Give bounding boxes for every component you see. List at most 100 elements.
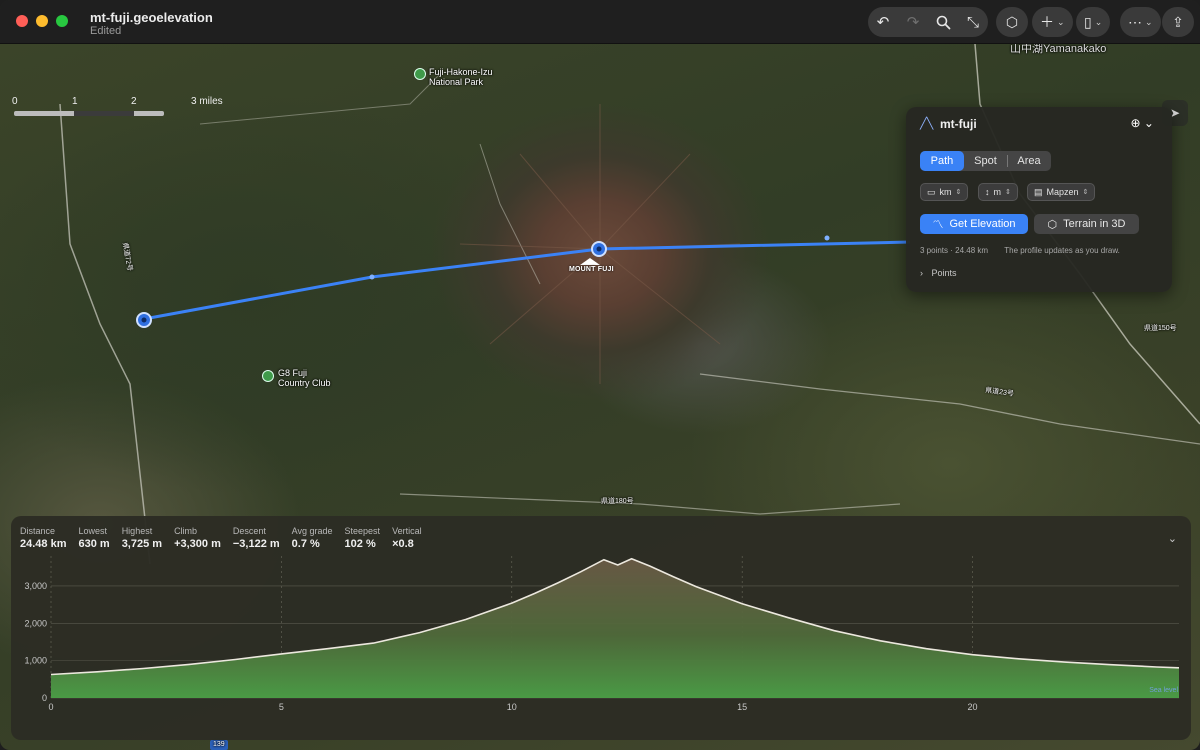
- share-icon: ⇪: [1172, 13, 1184, 30]
- terrain-3d-label: Terrain in 3D: [1063, 218, 1126, 230]
- data-source-value: Mapzen: [1046, 187, 1079, 197]
- scale-label: 1: [72, 96, 78, 107]
- expand-icon: ⤡: [966, 13, 979, 31]
- midpoint-handle[interactable]: [369, 274, 375, 280]
- park-label-line1: Fuji-Hakone-Izu: [429, 67, 493, 77]
- title-bar: mt-fuji.geoelevation Edited ↶ ↷ ⤡ ⬡ ＋ ⌄ ▯…: [0, 0, 1200, 44]
- zoom-window-button[interactable]: [56, 15, 68, 27]
- add-menu-button[interactable]: ＋ ⌄: [1032, 7, 1073, 37]
- path-point-1-dot: [141, 317, 147, 323]
- inspector-panel: ╱╲ mt-fuji ⊕ ⌄ Path Spot Area ▭ km ⇕ ↕ m…: [906, 107, 1172, 292]
- map-style-button[interactable]: ▯ ⌄: [1076, 7, 1111, 37]
- cube-icon: ⬡: [1005, 13, 1019, 30]
- document-status: Edited: [90, 25, 122, 37]
- more-icon: ⋯: [1128, 13, 1142, 30]
- path-point-2-dot: [596, 246, 602, 252]
- mode-segmented-control: Path Spot Area: [920, 151, 1051, 171]
- road: [59, 103, 151, 565]
- y-tick-label: 3,000: [24, 581, 47, 591]
- path-hint: The profile updates as you draw.: [1004, 246, 1120, 255]
- scale-label: 2: [131, 96, 137, 107]
- chevron-updown-icon: ⇕: [1082, 189, 1089, 196]
- x-tick-label: 10: [507, 702, 517, 712]
- x-tick-label: 0: [48, 702, 53, 712]
- scale-label: 0: [12, 96, 18, 107]
- road: [699, 373, 1200, 445]
- x-tick-label: 15: [737, 702, 747, 712]
- get-elevation-button[interactable]: 〽 Get Elevation: [920, 214, 1028, 234]
- close-window-button[interactable]: [16, 15, 28, 27]
- scale-label: 3 miles: [191, 96, 223, 107]
- terrain-3d-button[interactable]: ⬡ Terrain in 3D: [1034, 214, 1139, 234]
- park-poi-icon[interactable]: [414, 68, 426, 80]
- path-info: 3 points · 24.48 km The profile updates …: [920, 246, 1120, 255]
- peak-marker-icon: [580, 258, 600, 265]
- redo-icon: ↷: [906, 14, 920, 31]
- chart-line-icon: ╱╲: [920, 118, 934, 130]
- search-button[interactable]: [928, 7, 958, 37]
- add-feature-button[interactable]: ⊕ ⌄: [1131, 116, 1154, 130]
- distance-unit-value: km: [939, 187, 952, 197]
- sea-level-label: Sea level: [1149, 687, 1178, 694]
- chevron-updown-icon: ⇕: [1005, 189, 1011, 196]
- plus-icon: ＋: [1040, 14, 1054, 30]
- place-label-en: Yamanakako: [1043, 44, 1107, 55]
- edit-toolbar-group: ↶ ↷ ⤡: [868, 7, 988, 37]
- distance-unit-select[interactable]: ▭ km ⇕: [920, 183, 969, 201]
- height-icon: ↕: [985, 187, 990, 197]
- more-button[interactable]: ⋯ ⌄: [1120, 7, 1161, 37]
- chevron-down-icon: ⌄: [1057, 16, 1065, 27]
- route-label: 県道180号: [601, 498, 634, 505]
- park-label: Fuji-Hakone-Izu National Park: [429, 67, 493, 87]
- peak-label: MOUNT FUJI: [569, 266, 614, 273]
- y-tick-label: 0: [42, 693, 47, 703]
- elevation-unit-value: m: [993, 187, 1002, 197]
- elevation-area: [51, 558, 1179, 698]
- path-line[interactable]: [143, 240, 911, 321]
- y-tick-label: 1,000: [24, 656, 47, 666]
- search-icon: [936, 15, 950, 29]
- club-label-line2: Country Club: [278, 378, 331, 388]
- minimize-window-button[interactable]: [36, 15, 48, 27]
- 3d-view-button[interactable]: ⬡: [996, 7, 1028, 37]
- club-label-line1: G8 Fuji: [278, 368, 308, 378]
- share-button[interactable]: ⇪: [1162, 7, 1194, 37]
- database-icon: ▤: [1034, 186, 1043, 197]
- route-label: 県道150号: [1144, 325, 1177, 332]
- road-shield: 139: [210, 740, 228, 750]
- undo-button[interactable]: ↶: [868, 7, 898, 37]
- chevron-down-icon: ⌄: [1145, 16, 1153, 27]
- cube-icon: ⬡: [1047, 218, 1058, 231]
- app-window: mt-fuji.geoelevation Edited ↶ ↷ ⤡ ⬡ ＋ ⌄ ▯…: [0, 0, 1200, 750]
- chevron-down-icon: ⌄: [1094, 16, 1103, 27]
- chevron-right-icon: ›: [920, 268, 923, 278]
- fit-button[interactable]: ⤡: [958, 7, 988, 37]
- road: [399, 493, 901, 515]
- data-source-select[interactable]: ▤ Mapzen ⇕: [1027, 183, 1096, 201]
- place-label: 山中湖Yamanakako: [1010, 44, 1107, 55]
- y-tick-label: 2,000: [24, 618, 47, 628]
- scale-bar-graphic: [14, 111, 164, 116]
- redo-button[interactable]: ↷: [898, 7, 928, 37]
- map-icon: ▯: [1084, 13, 1092, 30]
- elevation-unit-select[interactable]: ↕ m ⇕: [978, 183, 1018, 201]
- get-elevation-label: Get Elevation: [949, 218, 1016, 230]
- mode-area[interactable]: Area: [1008, 151, 1050, 171]
- undo-icon: ↶: [876, 14, 890, 31]
- golf-poi-icon[interactable]: [262, 370, 274, 382]
- inspector-title: mt-fuji: [940, 117, 977, 131]
- mode-path[interactable]: Path: [920, 151, 964, 171]
- mode-spot[interactable]: Spot: [964, 151, 1007, 171]
- midpoint-handle[interactable]: [824, 235, 830, 241]
- points-disclosure[interactable]: › Points: [920, 268, 957, 278]
- park-label-line2: National Park: [429, 77, 484, 87]
- club-label: G8 Fuji Country Club: [278, 368, 331, 388]
- place-label-jp: 山中湖: [1010, 44, 1043, 55]
- elevation-profile-panel: Distance 24.48 km Lowest 630 m Highest 3,72…: [11, 516, 1191, 740]
- chevron-updown-icon: ⇕: [955, 189, 962, 196]
- chart-line-icon: 〽: [932, 219, 944, 231]
- document-title: mt-fuji.geoelevation: [90, 10, 213, 25]
- elevation-chart[interactable]: 0 1,000 2,000 3,000 0 5 10 15 20 Sea level: [11, 516, 1191, 740]
- ruler-icon: ▭: [927, 186, 936, 197]
- x-tick-label: 5: [279, 702, 284, 712]
